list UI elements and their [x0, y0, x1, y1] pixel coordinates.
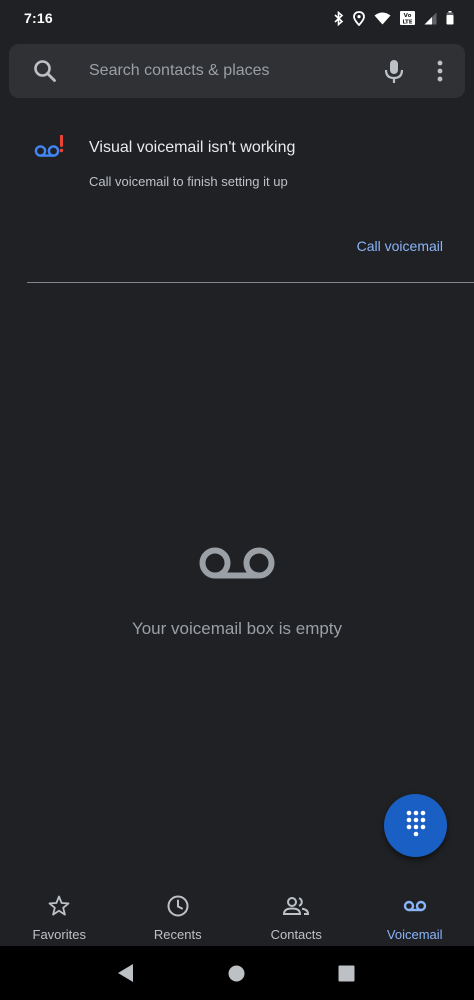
system-navigation-bar [0, 946, 474, 1000]
signal-icon [424, 12, 437, 25]
nav-item-favorites[interactable]: Favorites [0, 880, 119, 946]
voicemail-empty-icon [198, 543, 276, 588]
nav-item-recents[interactable]: Recents [119, 880, 238, 946]
search-bar[interactable] [9, 44, 465, 98]
search-icon[interactable] [32, 58, 58, 89]
svg-text:LTE: LTE [402, 20, 412, 26]
empty-state-message: Your voicemail box is empty [131, 619, 343, 638]
people-icon [282, 894, 310, 923]
status-icons: Vo LTE [334, 10, 454, 26]
more-options-icon[interactable] [436, 59, 444, 88]
voicemail-setup-banner: Visual voicemail isn't working Call voic… [0, 120, 474, 284]
nav-item-contacts[interactable]: Contacts [237, 880, 356, 946]
call-voicemail-button[interactable]: Call voicemail [357, 238, 443, 254]
clock-icon [166, 894, 190, 923]
location-icon [353, 10, 365, 26]
search-input[interactable] [89, 60, 359, 82]
voicemail-icon [402, 894, 428, 923]
bottom-navigation: Favorites Recents Contacts Voicemail [0, 880, 474, 946]
divider [27, 282, 474, 283]
nav-label-voicemail: Voicemail [386, 927, 443, 942]
mic-icon[interactable] [381, 58, 407, 89]
nav-label-contacts: Contacts [270, 927, 322, 942]
nav-label-favorites: Favorites [32, 927, 86, 942]
battery-icon [446, 11, 454, 25]
bluetooth-icon [334, 10, 344, 26]
svg-text:Vo: Vo [404, 13, 412, 19]
home-icon[interactable] [228, 965, 245, 987]
nav-item-voicemail[interactable]: Voicemail [356, 880, 474, 946]
banner-subtitle: Call voicemail to finish setting it up [89, 174, 288, 189]
wifi-icon [374, 12, 391, 25]
status-bar: 7:16 Vo LTE [0, 0, 474, 36]
status-time: 7:16 [24, 10, 53, 26]
nav-label-recents: Recents [153, 927, 202, 942]
banner-title: Visual voicemail isn't working [89, 139, 296, 156]
volte-icon: Vo LTE [400, 11, 415, 25]
star-icon [47, 894, 71, 923]
voicemail-alert-icon [34, 134, 66, 166]
back-icon[interactable] [117, 963, 135, 988]
recents-square-icon[interactable] [338, 965, 355, 987]
dialpad-icon [405, 809, 427, 842]
dialpad-button[interactable] [384, 794, 447, 857]
